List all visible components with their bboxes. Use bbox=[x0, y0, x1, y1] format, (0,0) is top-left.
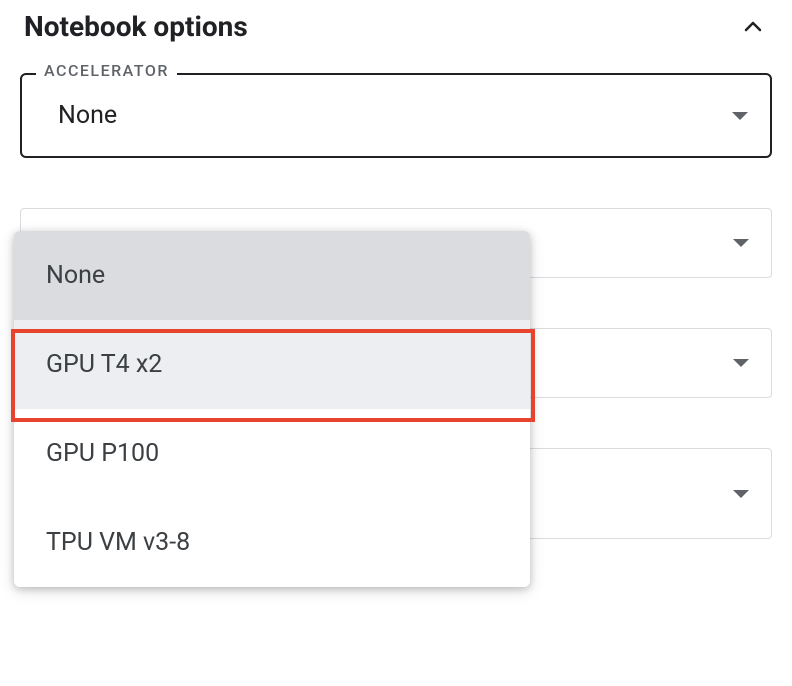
section-title: Notebook options bbox=[24, 10, 248, 43]
dropdown-arrow-icon bbox=[733, 490, 749, 498]
dropdown-arrow-icon bbox=[733, 359, 749, 367]
accelerator-label: ACCELERATOR bbox=[36, 61, 177, 80]
dropdown-option-none[interactable]: None bbox=[14, 231, 530, 320]
accelerator-select[interactable]: None bbox=[20, 73, 772, 158]
dropdown-option-gpu-p100[interactable]: GPU P100 bbox=[14, 409, 530, 498]
dropdown-arrow-icon bbox=[732, 112, 748, 120]
accelerator-selected-value: None bbox=[58, 101, 117, 130]
dropdown-option-tpu-vm-v3-8[interactable]: TPU VM v3-8 bbox=[14, 498, 530, 587]
accelerator-field: ACCELERATOR None bbox=[20, 73, 772, 158]
dropdown-arrow-icon bbox=[733, 239, 749, 247]
chevron-up-icon[interactable] bbox=[738, 12, 768, 42]
dropdown-option-gpu-t4-x2[interactable]: GPU T4 x2 bbox=[14, 320, 530, 409]
accelerator-dropdown-menu: None GPU T4 x2 GPU P100 TPU VM v3-8 bbox=[14, 231, 530, 587]
